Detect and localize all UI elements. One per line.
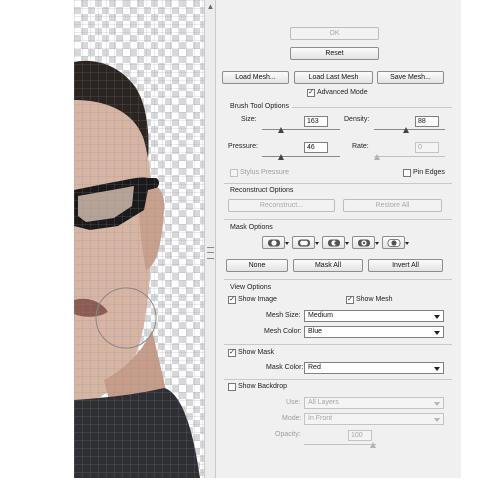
density-slider-thumb[interactable] — [403, 127, 410, 133]
checkmark-icon: ✓ — [347, 296, 353, 303]
use-label: Use: — [286, 399, 301, 406]
show-mask-label: Show Mask — [238, 349, 275, 356]
pin-edges-label: Pin Edges — [413, 169, 445, 176]
save-mesh-button[interactable]: Save Mesh... — [377, 71, 444, 84]
chevron-down-icon — [375, 242, 379, 245]
checkmark-icon: ✓ — [229, 349, 235, 356]
scroll-up-icon[interactable]: ▲ — [206, 2, 215, 11]
mesh-color-select[interactable]: Blue — [304, 326, 444, 338]
show-image-label: Show Image — [238, 296, 277, 303]
pressure-slider[interactable] — [262, 154, 340, 160]
subtract-from-selection-button[interactable] — [322, 236, 349, 249]
checkmark-icon: ✓ — [229, 296, 235, 303]
mask-none-button[interactable]: None — [226, 259, 288, 272]
mask-options-heading: Mask Options — [230, 224, 273, 231]
mesh-size-value: Medium — [308, 312, 333, 319]
size-label: Size: — [241, 116, 257, 123]
replace-selection-icon — [268, 239, 280, 247]
chevron-down-icon — [345, 242, 349, 245]
invert-selection-button[interactable] — [382, 236, 409, 249]
use-value: All Layers — [308, 399, 339, 406]
preview-scrollbar[interactable]: ▲ — [204, 0, 216, 478]
replace-selection-button[interactable] — [262, 236, 289, 249]
preview-canvas[interactable] — [74, 0, 204, 478]
opacity-input[interactable]: 100 — [348, 430, 372, 441]
mesh-size-select[interactable]: Medium — [304, 310, 444, 322]
chevron-down-icon — [315, 242, 319, 245]
opacity-slider[interactable] — [304, 442, 376, 448]
preview-image — [74, 0, 204, 478]
mask-color-select[interactable]: Red — [304, 362, 444, 374]
view-options-heading: View Options — [230, 284, 272, 291]
reconstruct-button[interactable]: Reconstruct... — [228, 199, 335, 212]
advanced-mode-checkbox[interactable]: ✓ — [307, 89, 315, 97]
rate-label: Rate: — [352, 143, 369, 150]
show-mesh-label: Show Mesh — [356, 296, 393, 303]
mesh-color-label: Mesh Color: — [264, 328, 302, 335]
rate-slider[interactable] — [374, 154, 445, 160]
advanced-mode-label: Advanced Mode — [317, 89, 368, 96]
reset-button[interactable]: Reset — [290, 47, 379, 60]
mask-all-button[interactable]: Mask All — [293, 259, 363, 272]
rate-slider-thumb[interactable] — [374, 154, 380, 160]
chevron-down-icon — [434, 402, 440, 406]
add-to-selection-button[interactable] — [292, 236, 319, 249]
mode-select[interactable]: In Front — [304, 413, 444, 425]
section-divider — [224, 183, 452, 184]
chevron-down-icon — [434, 331, 440, 335]
reconstruct-options-heading: Reconstruct Options — [230, 187, 294, 194]
pin-edges-checkbox[interactable] — [403, 169, 411, 177]
mode-value: In Front — [308, 415, 333, 422]
subtract-from-selection-icon — [328, 239, 340, 247]
mask-color-label: Mask Color: — [266, 364, 304, 371]
stylus-pressure-label: Stylus Pressure — [240, 169, 290, 176]
chevron-down-icon — [434, 315, 440, 319]
pressure-label: Pressure: — [228, 143, 258, 150]
show-mesh-checkbox[interactable]: ✓ — [346, 296, 354, 304]
density-slider[interactable] — [374, 127, 445, 133]
rate-input[interactable]: 0 — [415, 142, 439, 153]
invert-selection-icon — [387, 239, 401, 247]
stylus-pressure-checkbox[interactable] — [230, 169, 238, 177]
mask-color-value: Red — [308, 364, 321, 371]
chevron-down-icon — [285, 242, 289, 245]
invert-all-button[interactable]: Invert All — [368, 259, 443, 272]
options-panel: OK Reset Load Mesh... Load Last Mesh Sav… — [216, 0, 461, 478]
show-backdrop-label: Show Backdrop — [238, 383, 288, 390]
density-label: Density: — [344, 116, 370, 123]
mesh-size-label: Mesh Size: — [266, 312, 301, 319]
intersect-with-selection-button[interactable] — [352, 236, 379, 249]
opacity-slider-thumb[interactable] — [370, 442, 376, 448]
pressure-slider-thumb[interactable] — [277, 154, 284, 160]
size-slider-thumb[interactable] — [277, 127, 284, 133]
mode-label: Mode: — [282, 415, 302, 422]
density-input[interactable]: 88 — [415, 116, 439, 127]
load-last-mesh-button[interactable]: Load Last Mesh — [294, 71, 373, 84]
section-divider — [224, 379, 452, 380]
show-image-checkbox[interactable]: ✓ — [228, 296, 236, 304]
pressure-input[interactable]: 46 — [304, 142, 328, 153]
show-backdrop-checkbox[interactable] — [228, 383, 236, 391]
chevron-down-icon — [434, 367, 440, 371]
size-input[interactable]: 163 — [304, 116, 328, 127]
checkmark-icon: ✓ — [308, 89, 314, 96]
section-divider — [224, 279, 452, 280]
section-divider — [224, 219, 452, 220]
ok-button[interactable]: OK — [290, 27, 379, 40]
load-mesh-button[interactable]: Load Mesh... — [222, 71, 289, 84]
chevron-down-icon — [434, 418, 440, 422]
show-mask-checkbox[interactable]: ✓ — [228, 349, 236, 357]
chevron-down-icon — [405, 242, 409, 245]
restore-all-button[interactable]: Restore All — [343, 199, 442, 212]
mesh-color-value: Blue — [308, 328, 323, 335]
use-select[interactable]: All Layers — [304, 397, 444, 409]
scroll-grip-icon[interactable] — [207, 247, 214, 259]
intersect-with-selection-icon — [358, 239, 370, 247]
opacity-label: Opacity: — [275, 431, 301, 438]
section-divider — [292, 107, 452, 108]
brush-tool-options-heading: Brush Tool Options — [230, 103, 290, 110]
add-to-selection-icon — [298, 239, 310, 247]
size-slider[interactable] — [262, 127, 340, 133]
section-divider — [224, 344, 452, 345]
